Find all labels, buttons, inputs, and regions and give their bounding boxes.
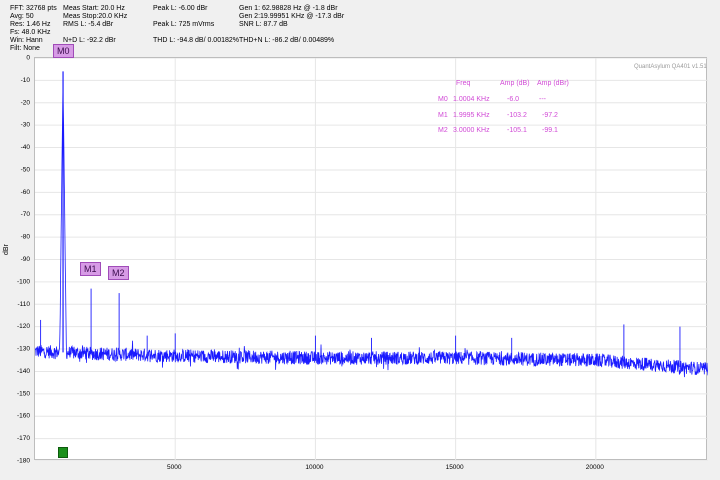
x-tick-label: 15000 [446,464,464,471]
meas-start: Meas Start: 20.0 Hz [63,5,125,12]
marker-table-row-name: M1 [438,112,448,119]
y-tick-label: -60 [21,189,31,196]
marker-m1[interactable]: M1 [80,262,101,276]
y-tick-label: -180 [17,458,30,465]
marker-table-row-amp-db: -6.0 [507,96,520,103]
y-tick-label: -40 [21,144,31,151]
peak-dbr: Peak L: -6.00 dBr [153,5,208,12]
spectrum-plot[interactable] [34,57,709,462]
rms-level: RMS L: -5.4 dBr [63,21,114,28]
averages: Avg: 50 [10,13,34,20]
resolution: Res: 1.46 Hz [10,21,51,28]
y-tick-label: -100 [17,278,30,285]
marker-m2[interactable]: M2 [108,266,129,280]
x-tick-label: 5000 [167,464,182,471]
marker-table-row-freq: 3.0000 KHz [453,127,490,134]
marker-table-header-amp-dbr: Amp (dBr) [537,80,569,87]
marker-table-row-name: M2 [438,127,448,134]
meas-stop: Meas Stop:20.0 KHz [63,13,128,20]
y-tick-label: -110 [17,301,30,308]
y-tick-label: -120 [17,323,30,330]
snr-value: SNR L: 87.7 dB [239,21,288,28]
marker-table-row-freq: 1.9995 KHz [453,112,490,119]
marker-m0[interactable]: M0 [53,44,74,58]
y-tick-label: -130 [17,346,30,353]
spectrum-trace [34,90,709,378]
y-tick-label: -50 [21,166,31,173]
x-tick-label: 10000 [305,464,323,471]
marker-table-header-amp-db: Amp (dB) [500,80,530,87]
fft-size: FFT: 32768 pts [10,5,57,12]
watermark: QuantAsylum QA401 v1.51 [634,64,707,70]
peak-mvrms: Peak L: 725 mVrms [153,21,215,28]
y-tick-label: -20 [21,99,31,106]
y-tick-label: -150 [17,390,30,397]
x-tick-label: 20000 [586,464,604,471]
marker-table-row-amp-db: -105.1 [507,127,527,134]
y-tick-label: -70 [21,211,31,218]
y-tick-label: -80 [21,234,31,241]
thdn-value: THD+N L: -86.2 dB/ 0.00489% [239,37,335,44]
marker-table-row-name: M0 [438,96,448,103]
analyzer-window: FFT: 32768 pts Avg: 50 Res: 1.46 Hz Fs: … [0,0,720,480]
y-tick-label: -90 [21,256,31,263]
marker-table-row-freq: 1.0004 KHz [453,96,490,103]
thd-value: THD L: -94.8 dB/ 0.00182% [153,37,239,44]
y-tick-label: -160 [17,413,30,420]
window-type: Win: Hann [10,37,43,44]
spectrum-svg [34,57,709,462]
marker-table-row-amp-dbr: --- [539,96,546,103]
generator-2: Gen 2:19.99951 KHz @ -17.3 dBr [239,13,345,20]
y-tick-label: -30 [21,122,31,129]
y-axis-label: dBr [3,244,10,255]
marker-table-row-amp-dbr: -97.2 [542,112,558,119]
generator-1: Gen 1: 62.98828 Hz @ -1.8 dBr [239,5,338,12]
marker-table-header-freq: Freq [456,80,471,87]
y-tick-label: -140 [17,368,30,375]
marker-table-row-amp-db: -103.2 [507,112,527,119]
cursor-handle[interactable] [58,447,68,458]
y-tick-label: -10 [21,77,31,84]
y-tick-label: -170 [17,435,30,442]
y-tick-label: 0 [26,55,30,62]
filter-type: Filt: None [10,45,40,52]
marker-table-row-amp-dbr: -99.1 [542,127,558,134]
sample-rate: Fs: 48.0 KHz [10,29,51,36]
